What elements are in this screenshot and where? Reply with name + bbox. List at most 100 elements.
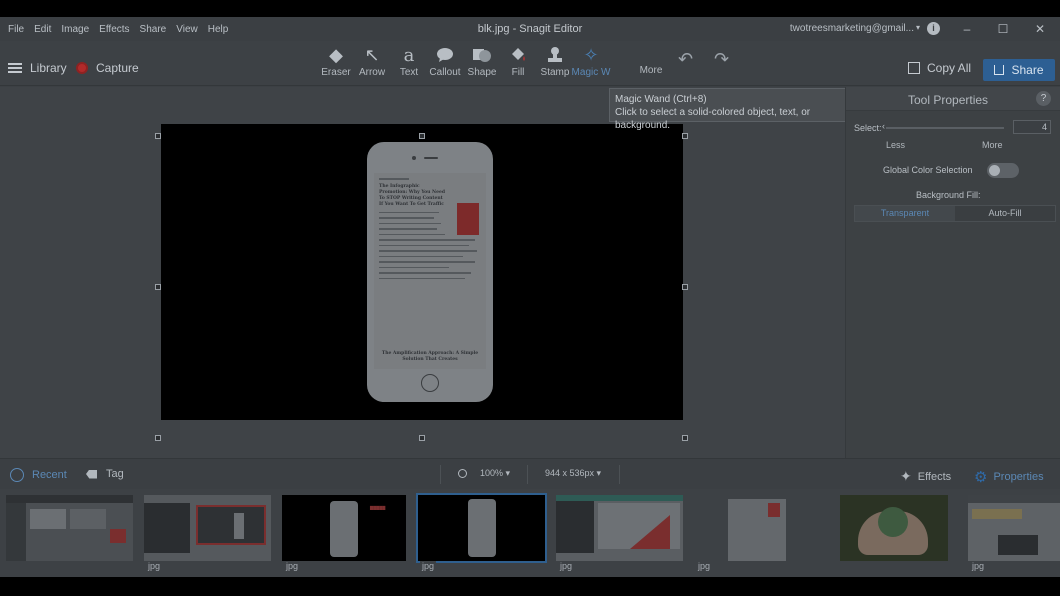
library-button[interactable]: Library [8,61,67,75]
resize-handle[interactable] [155,435,161,441]
panel-title: Tool Properties [908,93,989,107]
callout-icon [425,43,465,67]
doc-subtitle: The Amplification Approach: A Simple Sol… [381,351,479,362]
menu-edit[interactable]: Edit [34,24,51,35]
menu-share[interactable]: Share [140,24,167,35]
resize-handle[interactable] [682,435,688,441]
resize-handle[interactable] [419,435,425,441]
tray-thumbnail-selected[interactable]: jpg [416,493,547,571]
tool-text[interactable]: a Text [389,43,429,83]
undo-icon[interactable]: ↶ [678,49,693,70]
book-image [457,203,479,235]
effects-button[interactable]: ✦ Effects [900,468,951,485]
menu-view[interactable]: View [176,24,198,35]
canvas-area[interactable]: The Infographic Promotion: Why You Need … [0,87,845,458]
effects-wand-icon: ✦ [900,468,912,484]
select-slider[interactable]: ‹ [882,121,1004,131]
divider [619,465,620,484]
select-label: Select: [854,123,882,133]
help-icon[interactable]: ? [1036,91,1051,106]
redo-icon[interactable]: ↷ [714,49,729,70]
hamburger-icon [8,63,22,73]
shape-icon [462,43,502,67]
chevron-down-icon[interactable]: ▾ [916,23,920,32]
global-color-toggle[interactable] [987,163,1019,178]
tray-thumbnail[interactable]: jpg [144,495,271,571]
menu-effects[interactable]: Effects [99,24,129,35]
phone-graphic: The Infographic Promotion: Why You Need … [367,142,493,402]
magic-wand-tooltip: Magic Wand (Ctrl+8) Click to select a so… [609,88,871,131]
capture-label: Capture [96,61,139,75]
tool-properties-panel: Tool Properties ? Select: ‹ 4 Less More … [845,87,1060,458]
tool-shape[interactable]: Shape [462,43,502,83]
title-bar: File Edit Image Effects Share View Help … [0,17,1060,41]
copy-all-button[interactable]: Copy All [908,61,971,75]
record-icon [76,62,88,74]
tray-thumbnail[interactable]: jpg [968,495,1060,571]
tray-thumbnail[interactable] [840,495,948,561]
panel-header: Tool Properties ? [846,87,1060,111]
tool-magic-wand[interactable]: ✧ Magic W [571,43,611,83]
canvas-image[interactable]: The Infographic Promotion: Why You Need … [161,124,683,420]
info-icon[interactable]: i [927,22,940,35]
tray-thumbnail[interactable]: jpg [556,495,683,571]
tooltip-text: Click to select a solid-colored object, … [615,107,811,131]
copy-icon [908,62,920,74]
resize-handle[interactable] [155,284,161,290]
resize-handle[interactable] [682,284,688,290]
background-fill-label: Background Fill: [916,190,981,200]
account-menu[interactable]: twotreesmarketing@gmail... [790,23,914,34]
capture-button[interactable]: Capture [76,61,139,75]
slider-left-arrow-icon[interactable]: ‹ [882,121,885,131]
tooltip-title: Magic Wand (Ctrl+8) [615,94,707,105]
resize-handle[interactable] [155,133,161,139]
doc-title: The Infographic Promotion: Why You Need … [379,183,445,207]
properties-button[interactable]: ⚙ Properties [974,468,1044,486]
tool-callout[interactable]: Callout [425,43,465,83]
bg-fill-transparent[interactable]: Transparent [855,206,955,221]
stamp-icon [535,43,575,67]
resize-handle[interactable] [419,133,425,139]
phone-speaker [424,157,438,159]
zoom-control[interactable]: 100% ▾ [458,468,510,479]
tag-icon [86,469,97,479]
menu-image[interactable]: Image [61,24,89,35]
share-button[interactable]: Share [983,59,1055,81]
tag-button[interactable]: Tag [86,468,124,480]
menu-file[interactable]: File [8,24,24,35]
tray-thumbnail[interactable]: ▇▇▇▇▇ jpg [282,495,406,571]
recent-tray: jpg ▇▇▇▇▇ jpg jpg jpg jpg jpg [0,489,1060,577]
recent-button[interactable]: Recent [10,468,67,482]
divider [440,465,441,484]
bg-fill-auto-fill[interactable]: Auto-Fill [955,206,1055,221]
clock-icon [10,468,24,482]
minimize-button[interactable]: – [956,20,978,38]
library-label: Library [30,61,67,75]
less-label: Less [886,140,906,150]
tray-thumbnail[interactable] [6,495,133,561]
tool-fill[interactable]: Fill [498,43,538,83]
tool-arrow[interactable]: ↖ Arrow [352,43,392,83]
select-value-input[interactable]: 4 [1013,120,1051,134]
bottom-bar: Recent Tag 100% ▾ 944 x 536px ▾ ✦ Effect… [0,458,1060,489]
divider [527,465,528,484]
resize-handle[interactable] [682,133,688,139]
close-button[interactable]: ✕ [1029,20,1051,38]
zoom-icon [458,469,467,478]
tool-eraser[interactable]: ◆ Eraser [316,43,356,83]
menu-help[interactable]: Help [208,24,229,35]
fill-icon [498,43,538,67]
tray-thumbnail[interactable]: jpg [694,495,821,571]
arrow-icon: ↖ [364,44,380,65]
background-fill-segmented: Transparent Auto-Fill [854,205,1056,222]
share-icon [994,65,1005,75]
gear-icon: ⚙ [974,469,988,486]
tool-stamp[interactable]: Stamp [535,43,575,83]
text-icon: a [403,44,415,66]
phone-home-button [421,374,439,392]
more-label: More [982,140,1003,150]
maximize-button[interactable]: ☐ [992,20,1014,38]
magic-wand-icon: ✧ [583,44,599,65]
phone-screen: The Infographic Promotion: Why You Need … [374,173,486,369]
dimensions-control[interactable]: 944 x 536px ▾ [545,468,601,479]
